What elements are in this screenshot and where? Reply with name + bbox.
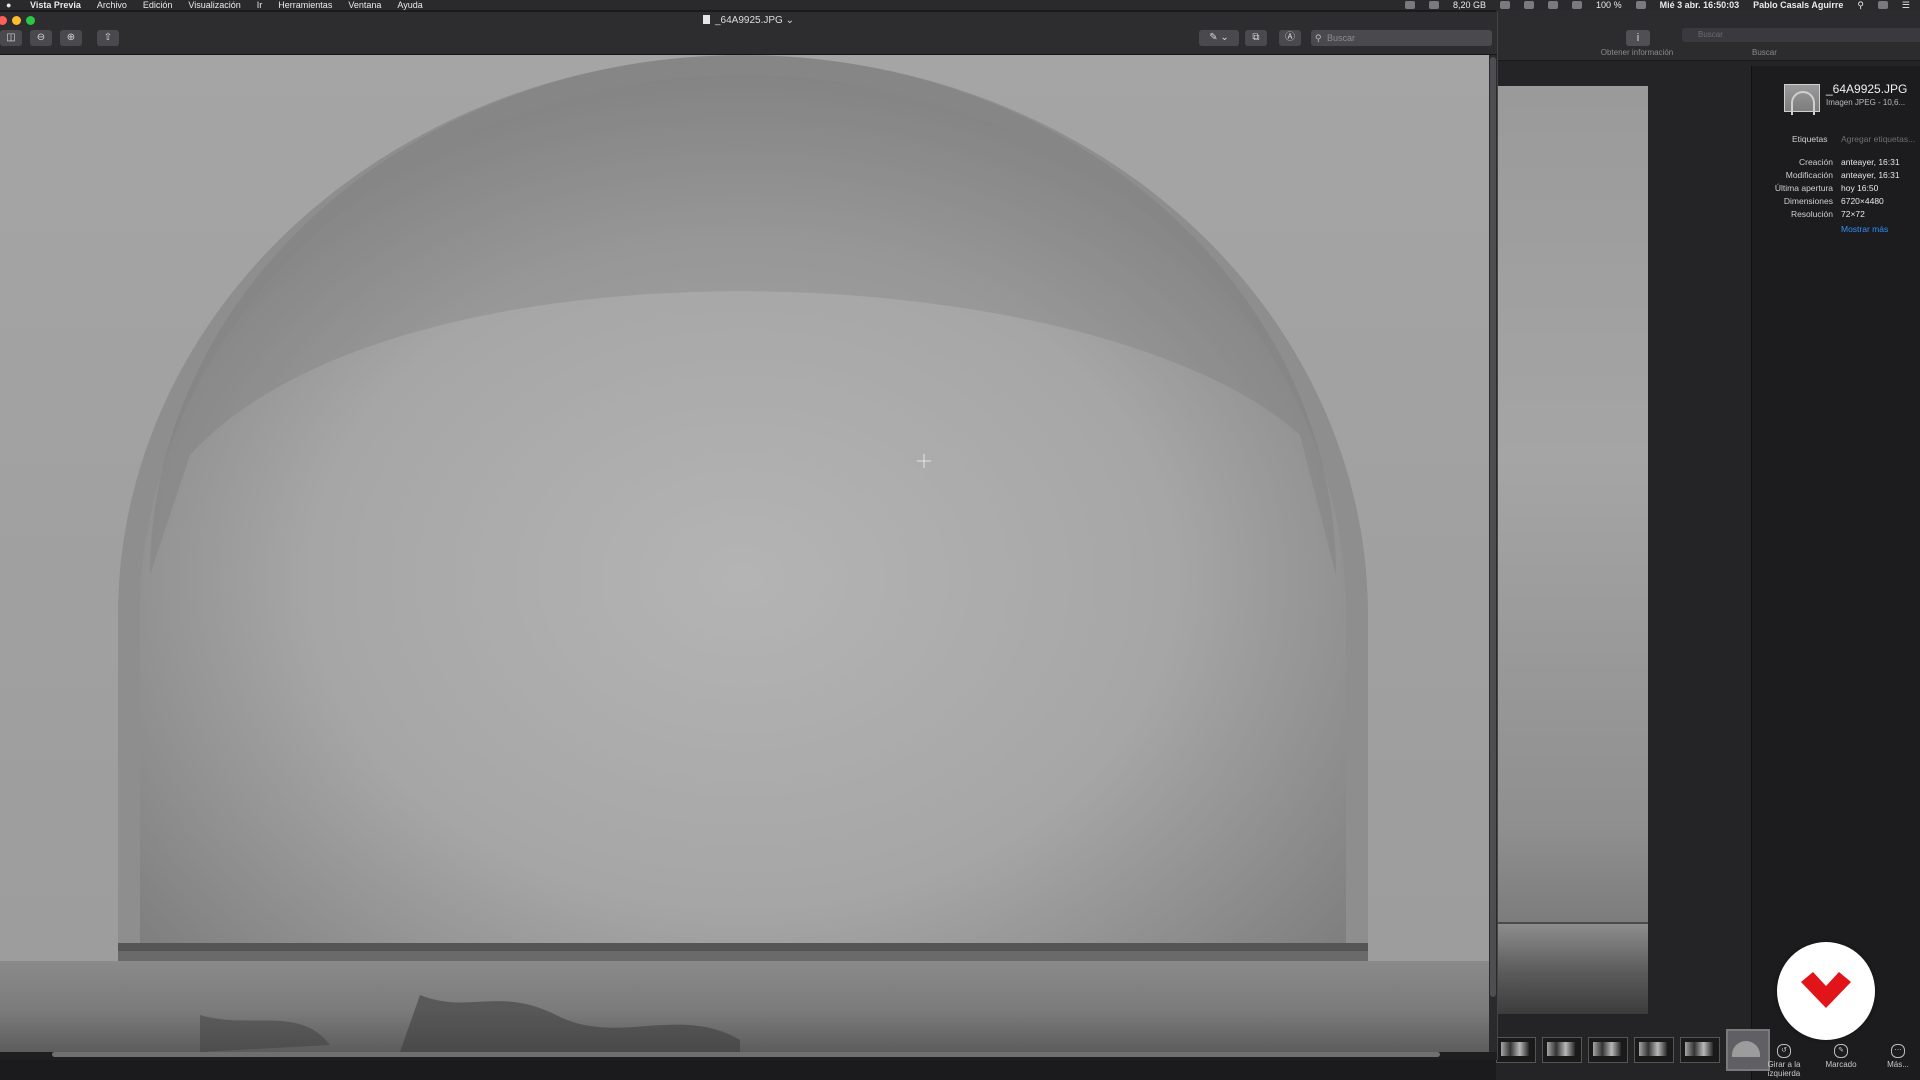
pen-icon: ✎ ⌄ [1209, 32, 1229, 43]
info-row-value: 6720×4480 [1841, 196, 1884, 206]
show-more-link[interactable]: Mostrar más [1841, 224, 1888, 234]
info-row-value: anteayer, 16:31 [1841, 170, 1900, 180]
markup-toolbar-button[interactable]: Ⓐ [1279, 30, 1301, 46]
tags-label: Etiquetas [1792, 134, 1828, 144]
more-icon: ⋯ [1891, 1044, 1905, 1058]
inspector-kind: Imagen JPEG - 10,6... [1826, 98, 1906, 107]
info-row-key: Resolución [1790, 209, 1833, 219]
brand-logo [1777, 942, 1875, 1040]
menu-clock[interactable]: Mié 3 abr. 16:50:03 [1660, 0, 1740, 10]
battery-indicator[interactable]: 100 % [1596, 0, 1622, 10]
document-icon [703, 15, 710, 24]
search-input[interactable]: ⚲ Buscar [1311, 30, 1492, 46]
thumbnail[interactable] [1588, 1037, 1628, 1063]
info-label: Obtener información [1600, 48, 1674, 57]
preview-window: _64A9925.JPG ⌄ ◫ ⊖ ⊕ ⇧ ✎ ⌄ ⧉ Ⓐ ⚲ Buscar [0, 12, 1498, 1060]
document-title[interactable]: _64A9925.JPG ⌄ [0, 15, 1497, 26]
markup-icon: ✎ [1834, 1044, 1848, 1058]
thumbnail[interactable] [1496, 1037, 1536, 1063]
horizontal-scrollbar[interactable] [52, 1052, 1440, 1057]
menu-herramientas[interactable]: Herramientas [278, 0, 332, 10]
info-row-key: Modificación [1785, 170, 1833, 180]
file-thumbnail [1784, 84, 1820, 115]
sidebar-toggle-button[interactable]: ◫ [0, 30, 22, 46]
siri-icon[interactable] [1877, 1, 1888, 9]
thumbnail[interactable] [1634, 1037, 1674, 1063]
share-button[interactable]: ⇧ [97, 30, 119, 46]
info-row-value: anteayer, 16:31 [1841, 157, 1900, 167]
markup-toolbar-icon: Ⓐ [1285, 32, 1295, 43]
info-icon[interactable]: i [1626, 30, 1650, 46]
zoom-in-button[interactable]: ⊕ [60, 30, 82, 46]
more-button[interactable]: ⋯ Más... [1872, 1044, 1920, 1069]
search-placeholder: Buscar [1327, 33, 1356, 43]
bluetooth-icon[interactable] [1524, 1, 1535, 9]
menu-edicion[interactable]: Edición [143, 0, 173, 10]
menu-archivo[interactable]: Archivo [97, 0, 127, 10]
info-row-key: Creación [1798, 157, 1833, 167]
logo-chevron-icon [1801, 972, 1851, 1008]
pen-tool-button[interactable]: ✎ ⌄ [1199, 30, 1239, 46]
info-row-key: Dimensiones [1783, 196, 1833, 206]
info-row-value: hoy 16:50 [1841, 183, 1879, 193]
add-tags-field[interactable]: Agregar etiquetas... [1841, 134, 1915, 144]
title-bar: _64A9925.JPG ⌄ ◫ ⊖ ⊕ ⇧ ✎ ⌄ ⧉ Ⓐ ⚲ Buscar [0, 12, 1497, 55]
info-row-value: 72×72 [1841, 209, 1865, 219]
rotate-left-label: Girar a la izquierda [1767, 1060, 1801, 1078]
thumbnail[interactable] [1542, 1037, 1582, 1063]
search-icon: ⚲ [1315, 33, 1322, 43]
volume-icon[interactable] [1572, 1, 1583, 9]
menu-ir[interactable]: Ir [257, 0, 263, 10]
notification-center-icon[interactable]: ☰ [1902, 0, 1910, 10]
flag-icon[interactable] [1635, 1, 1646, 9]
rotate-button[interactable]: ⧉ [1245, 30, 1267, 46]
zoom-out-button[interactable]: ⊖ [30, 30, 52, 46]
menu-bar: ● Vista Previa Archivo Edición Visualiza… [0, 0, 1920, 10]
more-label: Más... [1887, 1060, 1909, 1069]
markup-button[interactable]: ✎ Marcado [1815, 1044, 1867, 1069]
thumbnail[interactable] [1680, 1037, 1720, 1063]
document-title-text: _64A9925.JPG [715, 15, 783, 26]
display-icon[interactable] [1429, 1, 1440, 9]
inspector-filename: _64A9925.JPG [1826, 82, 1908, 96]
menu-app-name[interactable]: Vista Previa [30, 0, 81, 10]
thumbnail-strip [1496, 1028, 1770, 1072]
wifi-icon[interactable] [1548, 1, 1559, 9]
menu-visualizacion[interactable]: Visualización [188, 0, 240, 10]
background-photo [1496, 86, 1648, 1014]
storage-indicator[interactable]: 8,20 GB [1453, 0, 1486, 10]
vertical-scrollbar[interactable] [1489, 55, 1497, 1052]
zoom-in-icon: ⊕ [66, 32, 76, 43]
menu-ayuda[interactable]: Ayuda [397, 0, 422, 10]
sidebar-icon: ◫ [6, 32, 16, 43]
background-search-label: Buscar [1752, 48, 1777, 57]
zoom-out-icon: ⊖ [36, 32, 46, 43]
rotate-left-icon: ↺ [1777, 1044, 1791, 1058]
menu-user[interactable]: Pablo Casals Aguirre [1753, 0, 1843, 10]
apple-menu-icon[interactable]: ● [6, 0, 14, 10]
inspector-panel: _64A9925.JPG Imagen JPEG - 10,6... Etiqu… [1751, 66, 1920, 1080]
menu-ventana[interactable]: Ventana [348, 0, 381, 10]
background-toolbar: i Obtener información Buscar Buscar [1496, 10, 1920, 61]
markup-label: Marcado [1825, 1060, 1857, 1069]
time-machine-icon[interactable] [1500, 1, 1511, 9]
background-search-input[interactable]: Buscar [1682, 28, 1920, 42]
rotate-icon: ⧉ [1252, 32, 1260, 43]
share-icon: ⇧ [103, 32, 113, 43]
spotlight-icon[interactable]: ⚲ [1857, 0, 1864, 10]
info-row-key: Última apertura [1774, 183, 1833, 193]
photo-canvas[interactable] [0, 55, 1490, 1052]
rotate-left-button[interactable]: ↺ Girar a la izquierda [1758, 1044, 1810, 1078]
status-app-icon[interactable] [1405, 1, 1416, 9]
